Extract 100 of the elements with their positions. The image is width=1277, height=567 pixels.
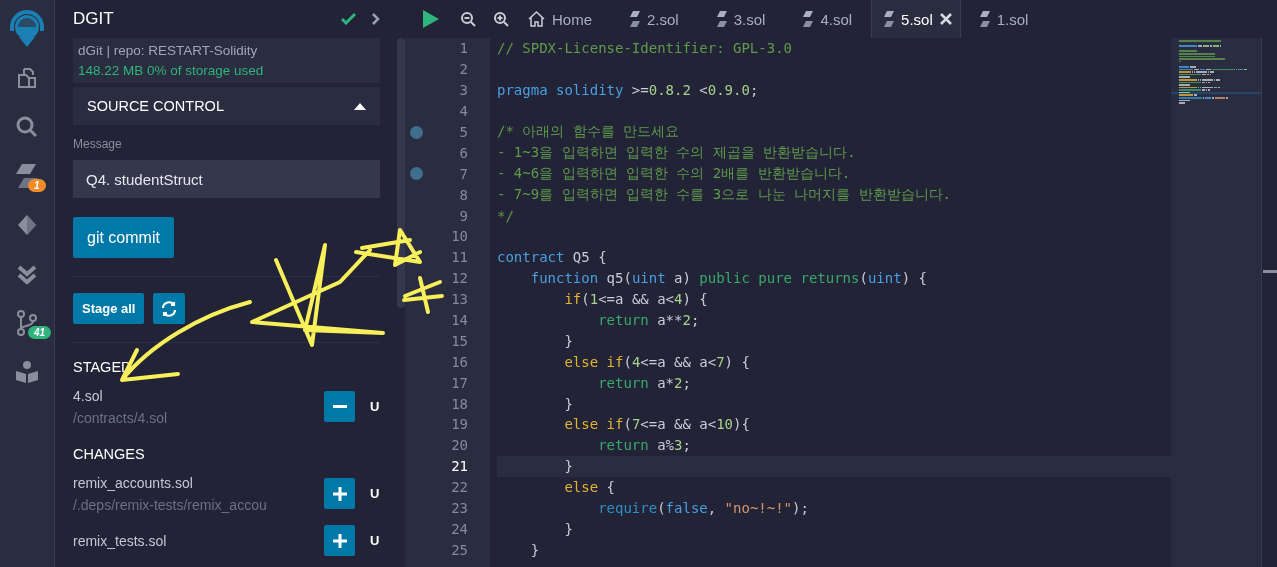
storage-usage: 148.22 MB 0% of storage used bbox=[78, 63, 265, 78]
line-number: 10 bbox=[451, 228, 468, 245]
chevron-right-icon[interactable] bbox=[372, 13, 380, 25]
line-number: 5 bbox=[459, 124, 468, 140]
code-line: - 1~3을 입력하면 입력한 수의 제곱을 반환받습니다. bbox=[497, 143, 856, 162]
line-number: 12 bbox=[451, 270, 468, 287]
line-number: 7 bbox=[459, 165, 468, 182]
editor-tab[interactable]: 5.sol bbox=[871, 0, 961, 38]
code-line: return a*2; bbox=[597, 374, 691, 391]
code-line: else if(7<=a && a<10){ bbox=[563, 416, 750, 433]
refresh-button[interactable] bbox=[153, 293, 186, 324]
file-status: U bbox=[370, 399, 380, 414]
editor-scrollbar[interactable] bbox=[1261, 38, 1277, 567]
editor-tab[interactable]: 2.sol bbox=[611, 0, 698, 38]
code-line: } bbox=[563, 332, 573, 349]
code-line: return a**2; bbox=[597, 312, 700, 328]
unstage-button[interactable] bbox=[324, 391, 355, 422]
editor-tab[interactable]: 4.sol bbox=[784, 0, 872, 38]
line-number: 25 bbox=[451, 541, 468, 558]
group-title: CHANGES bbox=[73, 446, 146, 462]
file-path: /.deps/remix-tests/remix_accou bbox=[73, 496, 268, 513]
play-icon[interactable] bbox=[423, 10, 439, 28]
zoom-in-icon[interactable] bbox=[494, 11, 509, 27]
editor-tab[interactable]: Home bbox=[509, 0, 611, 38]
code-line: /* 아래의 함수를 만드세요 bbox=[497, 123, 680, 141]
editor-tab[interactable]: 3.sol bbox=[697, 0, 785, 38]
breakpoint-dot[interactable] bbox=[410, 125, 423, 139]
code-line: // SPDX-License-Identifier: GPL-3.0 bbox=[497, 40, 792, 57]
code-line: } bbox=[529, 541, 540, 558]
solidity-icon bbox=[884, 11, 895, 27]
message-field[interactable]: Q4. studentStruct bbox=[73, 160, 380, 198]
solidity-icon bbox=[803, 11, 814, 27]
line-number: 1 bbox=[459, 40, 468, 57]
line-number: 9 bbox=[459, 207, 468, 224]
plus-icon bbox=[332, 533, 347, 548]
code-line: */ bbox=[497, 207, 514, 224]
breakpoint-dot[interactable] bbox=[410, 167, 423, 181]
file-name[interactable]: remix_accounts.sol bbox=[73, 474, 324, 491]
line-number: 15 bbox=[451, 332, 468, 349]
editor-tab[interactable]: 1.sol bbox=[960, 0, 1048, 38]
git-commit-button[interactable]: git commit bbox=[73, 217, 174, 258]
star-doodle bbox=[402, 276, 444, 314]
line-number: 11 bbox=[451, 249, 468, 266]
solidity-icon bbox=[630, 11, 640, 27]
caret-icon bbox=[354, 102, 366, 110]
search-icon[interactable] bbox=[15, 114, 39, 139]
file-path: /contracts/4.sol bbox=[73, 409, 169, 426]
code-line: function q5(uint a) public pure returns(uint) { bbox=[529, 270, 927, 287]
line-number: 21 bbox=[451, 458, 468, 475]
count-badge: 41 bbox=[28, 326, 52, 339]
line-number: 2 bbox=[459, 61, 468, 78]
check-icon bbox=[341, 13, 356, 25]
message-label: Message bbox=[73, 137, 123, 151]
line-number: 18 bbox=[451, 395, 468, 412]
line-number: 3 bbox=[459, 82, 468, 99]
minus-icon bbox=[332, 405, 347, 408]
line-number: 16 bbox=[451, 353, 468, 370]
refresh-icon bbox=[161, 300, 178, 317]
code-line: else if(4<=a && a<7) { bbox=[563, 353, 750, 370]
line-number: 4 bbox=[459, 103, 468, 120]
line-number: 14 bbox=[451, 312, 468, 328]
code-line: } bbox=[563, 458, 573, 475]
code-line: - 7~9를 입력하면 입력한 수를 3으로 나눈 나머지를 반환받습니다. bbox=[497, 185, 951, 204]
code-line: - 4~6을 입력하면 입력한 수의 2배를 반환받습니다. bbox=[497, 164, 851, 183]
code-line: } bbox=[563, 395, 573, 412]
code-minimap[interactable] bbox=[1171, 38, 1261, 567]
stage-button[interactable] bbox=[324, 478, 355, 509]
stage-button[interactable] bbox=[324, 525, 355, 556]
files-icon[interactable] bbox=[15, 65, 39, 90]
code-line: } bbox=[563, 520, 573, 537]
count-badge: 1 bbox=[28, 179, 46, 192]
line-number: 17 bbox=[451, 374, 468, 391]
line-number: 24 bbox=[451, 520, 468, 537]
line-number: 13 bbox=[451, 291, 468, 308]
close-icon[interactable] bbox=[939, 13, 952, 25]
stage-all-button[interactable]: Stage all bbox=[73, 293, 145, 324]
line-number: 23 bbox=[451, 500, 468, 517]
panel-title: DGIT bbox=[73, 9, 115, 29]
file-status: U bbox=[370, 486, 380, 501]
source-control-header[interactable]: SOURCE CONTROL bbox=[73, 87, 380, 125]
file-name[interactable]: 4.sol bbox=[73, 387, 324, 404]
solidity-icon bbox=[716, 11, 727, 27]
file-name[interactable]: remix_tests.sol bbox=[73, 532, 324, 549]
line-number: 8 bbox=[459, 186, 468, 203]
plus-icon bbox=[332, 486, 347, 501]
code-line: contract Q5 { bbox=[497, 249, 607, 266]
code-line: require(false, "no~!~!"); bbox=[597, 500, 809, 517]
code-line: if(1<=a && a<4) { bbox=[563, 291, 708, 308]
line-number: 6 bbox=[459, 144, 468, 161]
line-number: 22 bbox=[451, 479, 468, 496]
home-icon bbox=[528, 11, 545, 27]
repo-label: dGit | repo: RESTART-Solidity bbox=[78, 43, 259, 58]
zoom-out-icon[interactable] bbox=[461, 11, 476, 27]
solidity-icon bbox=[979, 11, 990, 27]
panel-scrollbar[interactable] bbox=[397, 38, 405, 308]
file-status: U bbox=[370, 533, 380, 548]
code-line: return a%3; bbox=[597, 437, 691, 454]
code-line: else { bbox=[563, 479, 615, 496]
book-reader-icon[interactable] bbox=[15, 359, 39, 384]
line-number: 20 bbox=[451, 437, 468, 454]
